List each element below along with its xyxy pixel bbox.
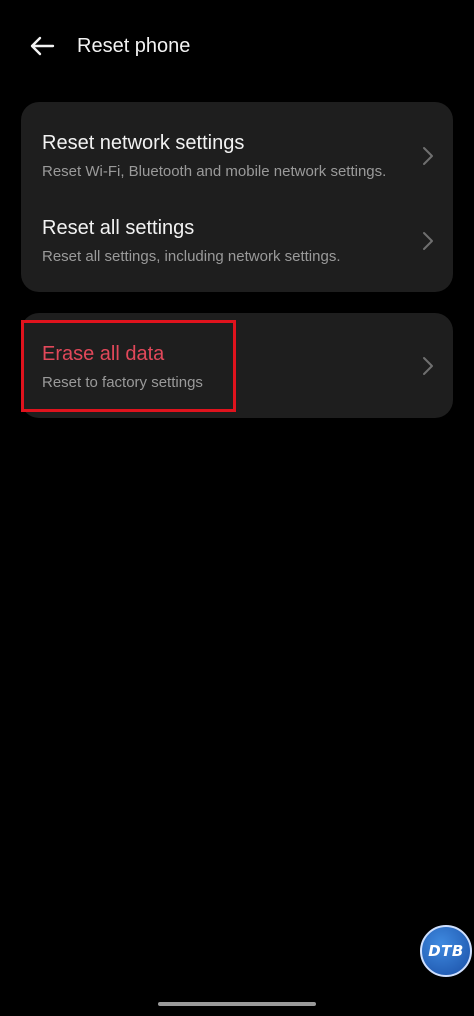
reset-network-settings-subtitle: Reset Wi-Fi, Bluetooth and mobile networ… [42,163,387,180]
reset-network-settings-item[interactable]: Reset network settings Reset Wi-Fi, Blue… [21,102,453,197]
reset-settings-card: Reset network settings Reset Wi-Fi, Blue… [21,102,453,292]
back-button[interactable] [22,26,62,66]
reset-phone-screen: Reset phone Reset network settings Reset… [0,0,474,1016]
reset-all-settings-subtitle: Reset all settings, including network se… [42,248,341,265]
erase-all-data-subtitle: Reset to factory settings [42,374,203,391]
top-app-bar: Reset phone [0,18,474,74]
chevron-right-icon [423,232,433,250]
chevron-right-icon [423,357,433,375]
arrow-left-icon [30,36,55,56]
reset-network-settings-title: Reset network settings [42,132,245,154]
chevron-right-icon [423,147,433,165]
reset-all-settings-title: Reset all settings [42,217,195,239]
page-title: Reset phone [77,35,191,57]
dtb-watermark-logo: DTB [420,925,472,977]
erase-data-card: Erase all data Reset to factory settings [21,313,453,418]
watermark-text: DTB [428,942,464,960]
erase-all-data-title: Erase all data [42,343,165,365]
home-indicator[interactable] [158,1002,316,1006]
reset-all-settings-item[interactable]: Reset all settings Reset all settings, i… [21,197,453,292]
erase-all-data-item[interactable]: Erase all data Reset to factory settings [21,313,453,418]
